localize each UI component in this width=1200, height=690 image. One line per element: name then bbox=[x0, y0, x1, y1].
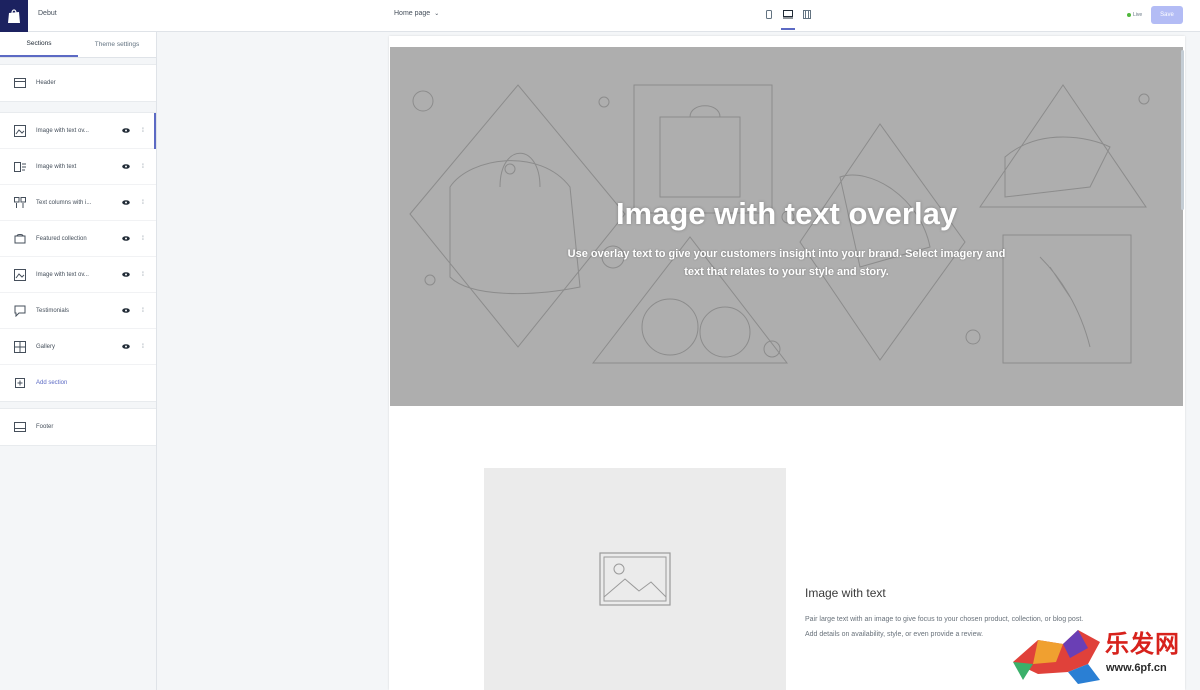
sidebar-item-gallery[interactable]: Gallery ⁞ bbox=[0, 329, 156, 365]
live-status: Live bbox=[1127, 12, 1142, 18]
image-placeholder[interactable] bbox=[484, 468, 786, 690]
mobile-icon bbox=[766, 10, 772, 19]
add-section-button[interactable]: Add section bbox=[0, 365, 156, 401]
save-button[interactable]: Save bbox=[1151, 6, 1183, 24]
sidebar-item-header[interactable]: Header bbox=[0, 65, 156, 101]
sidebar-item-label: Image with text ov... bbox=[36, 271, 89, 278]
theme-name: Debut bbox=[38, 10, 57, 17]
sidebar-item-image-text-overlay[interactable]: Image with text ov... ⁞ bbox=[0, 113, 156, 149]
drag-handle-icon[interactable]: ⁞ bbox=[140, 200, 146, 206]
header-icon bbox=[13, 76, 27, 90]
sidebar-tabs: Sections Theme settings bbox=[0, 32, 156, 58]
header-card: Header bbox=[0, 64, 156, 102]
watermark-url: www.6pf.cn bbox=[1106, 662, 1167, 674]
eye-icon[interactable] bbox=[121, 344, 131, 349]
drag-handle-icon[interactable]: ⁞ bbox=[140, 236, 146, 242]
device-switcher bbox=[762, 6, 814, 30]
sidebar-item-label: Header bbox=[36, 80, 56, 86]
page-selector-label: Home page bbox=[394, 10, 431, 17]
tab-sections[interactable]: Sections bbox=[0, 32, 78, 57]
collection-icon bbox=[13, 232, 27, 246]
sidebar-item-footer[interactable]: Footer bbox=[0, 409, 156, 445]
shopping-bag-icon bbox=[8, 9, 20, 23]
sidebar-item-image-text-overlay-2[interactable]: Image with text ov... ⁞ bbox=[0, 257, 156, 293]
chevron-down-icon: ⌄ bbox=[434, 11, 440, 17]
desktop-view-button[interactable] bbox=[781, 6, 795, 30]
drag-handle-icon[interactable]: ⁞ bbox=[140, 344, 146, 350]
footer-card: Footer bbox=[0, 408, 156, 446]
eye-icon[interactable] bbox=[121, 272, 131, 277]
hero-subtitle: Use overlay text to give your customers … bbox=[567, 248, 1006, 278]
sidebar-item-label: Text columns with i... bbox=[36, 199, 92, 206]
drag-handle-icon[interactable]: ⁞ bbox=[140, 164, 146, 170]
fullscreen-icon bbox=[803, 10, 811, 19]
testimonials-icon bbox=[13, 304, 27, 318]
sidebar-item-testimonials[interactable]: Testimonials ⁞ bbox=[0, 293, 156, 329]
live-status-label: Live bbox=[1133, 12, 1143, 18]
sidebar-item-featured-collection[interactable]: Featured collection ⁞ bbox=[0, 221, 156, 257]
tab-theme-settings[interactable]: Theme settings bbox=[78, 32, 156, 57]
watermark-text: 乐发网 bbox=[1105, 630, 1180, 658]
sidebar-item-label: Image with text ov... bbox=[36, 127, 89, 134]
add-section-label: Add section bbox=[36, 380, 68, 386]
theme-preview: Image with text overlay Use overlay text… bbox=[389, 36, 1185, 690]
sections-card: Image with text ov... ⁞ Image with text … bbox=[0, 112, 156, 402]
text-columns-icon bbox=[13, 196, 27, 210]
fullscreen-view-button[interactable] bbox=[800, 6, 814, 30]
image-placeholder-icon bbox=[599, 552, 671, 606]
hero-image-text-overlay[interactable]: Image with text overlay Use overlay text… bbox=[390, 47, 1183, 406]
preview-scrollbar[interactable] bbox=[1181, 50, 1184, 210]
image-text-icon bbox=[13, 160, 27, 174]
eye-icon[interactable] bbox=[121, 200, 131, 205]
mobile-view-button[interactable] bbox=[762, 6, 776, 30]
sidebar-item-label: Gallery bbox=[36, 343, 56, 350]
drag-handle-icon[interactable]: ⁞ bbox=[140, 308, 146, 314]
plus-icon bbox=[13, 376, 27, 390]
eye-icon[interactable] bbox=[121, 128, 131, 133]
top-bar: Debut Home page ⌄ Live Save bbox=[0, 0, 1200, 32]
shopify-logo[interactable] bbox=[0, 0, 28, 32]
sidebar-item-label: Featured collection bbox=[36, 235, 87, 242]
sidebar-item-label: Image with text bbox=[36, 163, 77, 170]
page-selector[interactable]: Home page ⌄ bbox=[394, 10, 439, 17]
image-text-overlay-icon bbox=[13, 268, 27, 282]
image-text-overlay-icon bbox=[13, 124, 27, 138]
drag-handle-icon[interactable]: ⁞ bbox=[140, 272, 146, 278]
hero-title: Image with text overlay bbox=[615, 196, 958, 231]
gallery-icon bbox=[13, 340, 27, 354]
sidebar-item-label: Footer bbox=[36, 424, 54, 430]
drag-handle-icon[interactable]: ⁞ bbox=[140, 128, 146, 134]
eye-icon[interactable] bbox=[121, 308, 131, 313]
live-indicator-dot bbox=[1127, 13, 1131, 17]
sidebar-item-label: Testimonials bbox=[36, 307, 70, 314]
sidebar: Sections Theme settings Header Image wit… bbox=[0, 32, 157, 690]
eye-icon[interactable] bbox=[121, 164, 131, 169]
sidebar-item-text-columns[interactable]: Text columns with i... ⁞ bbox=[0, 185, 156, 221]
image-with-text-title: Image with text bbox=[805, 586, 886, 600]
desktop-icon bbox=[783, 10, 793, 19]
eye-icon[interactable] bbox=[121, 236, 131, 241]
sidebar-item-image-text[interactable]: Image with text ⁞ bbox=[0, 149, 156, 185]
footer-icon bbox=[13, 420, 27, 434]
